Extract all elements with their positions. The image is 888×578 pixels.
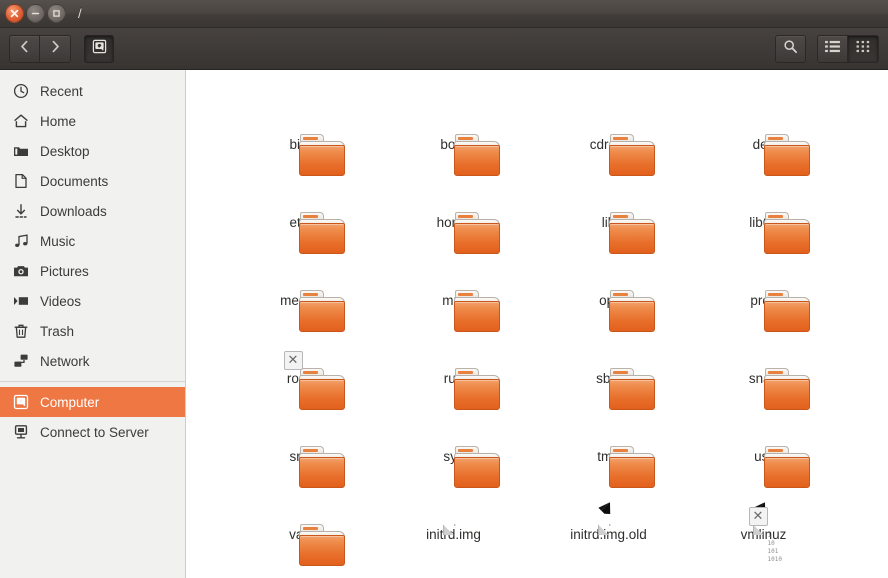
sidebar-item-documents[interactable]: Documents <box>0 166 185 196</box>
binary-bits: 1 10 101 1010 <box>767 532 782 563</box>
minimize-icon[interactable] <box>26 4 45 23</box>
sidebar-item-videos[interactable]: Videos <box>0 286 185 316</box>
file-item[interactable]: bin <box>221 84 376 176</box>
toolbar-right-group <box>775 34 879 63</box>
video-icon <box>12 293 29 310</box>
sidebar-item-music[interactable]: Music <box>0 226 185 256</box>
sidebar-item-computer[interactable]: Computer <box>0 387 185 417</box>
navigation-button-group <box>9 34 71 63</box>
trash-icon <box>12 323 29 340</box>
file-item[interactable]: dev <box>686 84 841 176</box>
list-view-icon <box>825 40 840 58</box>
sidebar-item-label: Network <box>40 353 90 369</box>
sidebar-item-label: Home <box>40 113 77 129</box>
chevron-right-icon <box>50 40 61 58</box>
sidebar-item-label: Trash <box>40 323 75 339</box>
window-title: / <box>78 6 83 21</box>
grid-view-icon <box>856 40 871 58</box>
sidebar-item-recent[interactable]: Recent <box>0 76 185 106</box>
icon-grid: binbootcdromdevetchomeliblib64mediamntop… <box>186 84 888 578</box>
sidebar-item-connect-to-server[interactable]: Connect to Server <box>0 417 185 447</box>
sidebar-item-label: Pictures <box>40 263 89 279</box>
unreadable-emblem-icon: ✕ <box>283 351 303 370</box>
toolbar <box>0 28 888 70</box>
sidebar-item-label: Downloads <box>40 203 107 219</box>
file-item[interactable]: boot <box>376 84 531 176</box>
home-icon <box>12 113 29 130</box>
sidebar-item-pictures[interactable]: Pictures <box>0 256 185 286</box>
sidebar-item-label: Recent <box>40 83 83 99</box>
computer-icon <box>92 39 107 59</box>
titlebar: / <box>0 0 888 28</box>
file-manager-window: / Recent Home Desktop Documents Download… <box>0 0 888 578</box>
sidebar: Recent Home Desktop Documents Downloads Music… <box>0 70 186 578</box>
grid-view-button[interactable] <box>848 34 879 63</box>
server-icon <box>12 424 29 441</box>
sidebar-item-desktop[interactable]: Desktop <box>0 136 185 166</box>
sidebar-item-label: Computer <box>40 394 100 410</box>
maximize-icon[interactable] <box>47 4 66 23</box>
back-button[interactable] <box>9 34 40 63</box>
sidebar-item-trash[interactable]: Trash <box>0 316 185 346</box>
sidebar-separator <box>0 381 185 382</box>
computer-icon <box>12 394 29 411</box>
file-item-label: initrd.img.old <box>570 527 647 542</box>
list-view-button[interactable] <box>817 34 848 63</box>
window-body: Recent Home Desktop Documents Downloads Music… <box>0 70 888 578</box>
download-arrow-icon <box>12 203 29 220</box>
file-list-area[interactable]: binbootcdromdevetchomeliblib64mediamntop… <box>186 70 888 578</box>
document-icon <box>12 173 29 190</box>
sidebar-item-label: Documents <box>40 173 109 189</box>
search-icon <box>783 39 798 59</box>
sidebar-item-home[interactable]: Home <box>0 106 185 136</box>
view-mode-group <box>817 34 879 63</box>
sidebar-item-label: Connect to Server <box>40 424 149 440</box>
sidebar-item-label: Desktop <box>40 143 90 159</box>
sidebar-item-label: Music <box>40 233 76 249</box>
search-button[interactable] <box>775 34 806 63</box>
breadcrumb-button-computer[interactable] <box>84 34 114 63</box>
chevron-left-icon <box>19 40 30 58</box>
file-item-label: initrd.img <box>426 527 481 542</box>
clock-icon <box>12 83 29 100</box>
network-icon <box>12 353 29 370</box>
symlink-emblem-icon <box>594 500 612 518</box>
close-icon[interactable] <box>5 4 24 23</box>
sidebar-item-label: Videos <box>40 293 82 309</box>
music-note-icon <box>12 233 29 250</box>
file-item[interactable]: cdrom <box>531 84 686 176</box>
window-controls <box>5 4 66 23</box>
desktop-folder-icon <box>12 143 29 160</box>
sidebar-item-downloads[interactable]: Downloads <box>0 196 185 226</box>
forward-button[interactable] <box>40 34 71 63</box>
camera-icon <box>12 263 29 280</box>
sidebar-item-network[interactable]: Network <box>0 346 185 376</box>
unreadable-emblem-icon: ✕ <box>748 507 768 526</box>
